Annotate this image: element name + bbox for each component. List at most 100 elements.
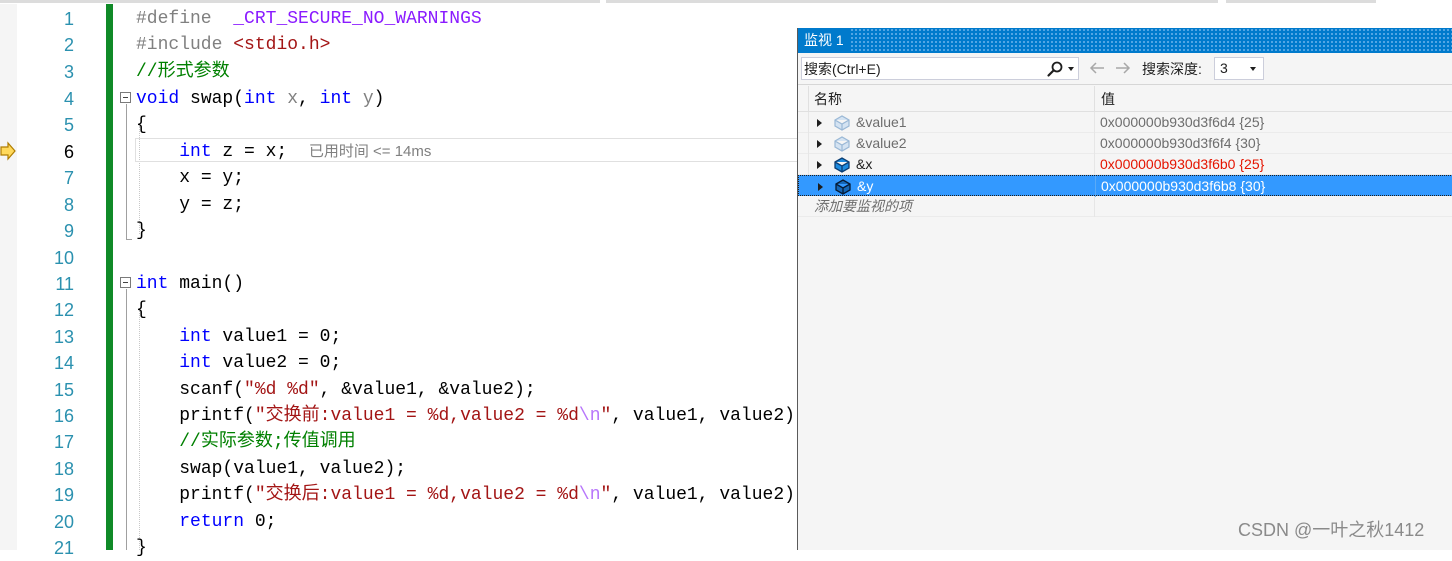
expand-arrow-icon[interactable] bbox=[817, 161, 822, 169]
string-literal: "交换后:value1 = %d,value2 = %d bbox=[254, 485, 579, 505]
code-line-16[interactable]: printf("交换前:value1 = %d,value2 = %d\n", … bbox=[136, 403, 795, 429]
column-resize-handle[interactable] bbox=[1094, 86, 1095, 112]
watch-row-value: 0x000000b930d3f6d4 {25} bbox=[1100, 114, 1265, 130]
code-line-21[interactable]: } bbox=[136, 535, 147, 561]
keyword: int bbox=[244, 89, 277, 109]
add-watch-placeholder: 添加要监视的项 bbox=[814, 198, 912, 214]
watch-row-name: &y bbox=[857, 178, 874, 194]
fold-toggle-swap[interactable] bbox=[120, 92, 131, 103]
code-line-2[interactable]: #include <stdio.h> bbox=[136, 32, 330, 58]
fold-region-line bbox=[126, 104, 127, 239]
code-line-1[interactable]: #define _CRT_SECURE_NO_WARNINGS bbox=[136, 6, 482, 32]
code-line-11[interactable]: int main() bbox=[136, 271, 244, 297]
line-number: 18 bbox=[53, 459, 74, 479]
statement: swap(value1, value2); bbox=[179, 459, 407, 479]
watch-window[interactable]: 监视 1 搜索深度: 3 名称 值 &value1 bbox=[797, 28, 1452, 550]
include-header: <stdio.h> bbox=[233, 35, 331, 55]
fold-region-end bbox=[126, 239, 132, 240]
code-line-9[interactable]: } bbox=[136, 218, 147, 244]
statement: y = z; bbox=[179, 195, 245, 215]
code-line-14[interactable]: int value2 = 0; bbox=[136, 350, 341, 376]
breakpoint-margin[interactable] bbox=[0, 4, 17, 550]
statement: value1 = 0; bbox=[211, 327, 342, 347]
watch-row-name: &value2 bbox=[856, 135, 907, 151]
line-number: 7 bbox=[63, 168, 74, 188]
top-tab-strip bbox=[0, 0, 1452, 4]
line-number: 17 bbox=[53, 432, 74, 452]
separator: , bbox=[298, 89, 320, 109]
string-literal: "交换前:value1 = %d,value2 = %d bbox=[254, 406, 579, 426]
statement: , &value1, &value2); bbox=[319, 380, 536, 400]
code-line-19[interactable]: printf("交换后:value1 = %d,value2 = %d\n", … bbox=[136, 482, 795, 508]
line-number-current: 6 bbox=[63, 142, 74, 162]
code-line-12[interactable]: { bbox=[136, 297, 147, 323]
fold-region-line bbox=[126, 289, 127, 550]
brace: } bbox=[136, 221, 147, 241]
code-line-6[interactable]: int z = x; 已用时间 <= 14ms bbox=[136, 139, 431, 165]
perf-tip-elapsed[interactable]: 已用时间 <= 14ms bbox=[309, 143, 432, 160]
code-line-8[interactable]: y = z; bbox=[136, 192, 244, 218]
escape-sequence: \n bbox=[578, 406, 601, 426]
search-previous-arrow-icon[interactable] bbox=[1089, 61, 1105, 75]
current-statement-arrow-icon bbox=[0, 141, 16, 161]
line-number: 16 bbox=[53, 406, 74, 426]
statement: , value1, value2) bbox=[611, 406, 795, 426]
watch-row[interactable]: &value1 0x000000b930d3f6d4 {25} bbox=[798, 112, 1452, 133]
code-line-15[interactable]: scanf("%d %d", &value1, &value2); bbox=[136, 377, 536, 403]
line-number: 15 bbox=[53, 380, 74, 400]
code-line-3[interactable]: //形式参数 bbox=[136, 59, 230, 85]
line-number: 1 bbox=[63, 9, 74, 29]
preprocessor-directive: #include bbox=[136, 35, 223, 55]
keyword: int bbox=[179, 353, 212, 373]
string-literal: " bbox=[600, 485, 612, 505]
line-number: 21 bbox=[53, 538, 74, 558]
expand-arrow-icon[interactable] bbox=[818, 183, 823, 191]
comment: //实际参数;传值调用 bbox=[179, 432, 356, 452]
expand-arrow-icon[interactable] bbox=[817, 140, 822, 148]
column-header-value[interactable]: 值 bbox=[1101, 86, 1115, 112]
expand-arrow-icon[interactable] bbox=[817, 119, 822, 127]
add-watch-item[interactable]: 添加要监视的项 bbox=[798, 196, 1452, 217]
comment: //形式参数 bbox=[136, 62, 230, 82]
code-line-4[interactable]: void swap(int x, int y) bbox=[136, 86, 384, 112]
keyword: return bbox=[179, 512, 245, 532]
search-depth-value: 3 bbox=[1220, 60, 1228, 76]
statement: 0; bbox=[244, 512, 277, 532]
watch-row-selected[interactable]: &y 0x000000b930d3f6b8 {30} bbox=[798, 175, 1452, 197]
code-line-18[interactable]: swap(value1, value2); bbox=[136, 456, 406, 482]
fold-toggle-main[interactable] bbox=[120, 277, 131, 288]
search-box[interactable] bbox=[801, 57, 1079, 80]
watch-title-bar[interactable]: 监视 1 bbox=[798, 28, 1452, 53]
watch-row[interactable]: &value2 0x000000b930d3f6f4 {30} bbox=[798, 133, 1452, 154]
search-icon[interactable] bbox=[1046, 60, 1064, 78]
line-number: 4 bbox=[63, 89, 74, 109]
code-line-13[interactable]: int value1 = 0; bbox=[136, 324, 341, 350]
code-line-7[interactable]: x = y; bbox=[136, 165, 244, 191]
code-line-5[interactable]: { bbox=[136, 112, 147, 138]
search-depth-label: 搜索深度: bbox=[1142, 61, 1202, 77]
search-input[interactable] bbox=[804, 59, 1034, 78]
watch-row[interactable]: &x 0x000000b930d3f6b0 {25} bbox=[798, 154, 1452, 175]
line-number: 10 bbox=[53, 248, 74, 268]
search-next-arrow-icon[interactable] bbox=[1115, 61, 1131, 75]
statement: x = y; bbox=[179, 168, 245, 188]
parameter: x bbox=[276, 89, 299, 109]
column-header-name[interactable]: 名称 bbox=[814, 86, 842, 112]
search-options-dropdown-icon[interactable] bbox=[1068, 67, 1074, 71]
keyword: int bbox=[136, 274, 169, 294]
chevron-down-icon bbox=[1250, 67, 1256, 71]
search-depth-select[interactable]: 3 bbox=[1214, 57, 1264, 80]
code-line-17[interactable]: //实际参数;传值调用 bbox=[136, 429, 356, 455]
code-line-20[interactable]: return 0; bbox=[136, 509, 276, 535]
watch-row-value: 0x000000b930d3f6f4 {30} bbox=[1100, 135, 1261, 151]
watch-row-name: &x bbox=[856, 156, 873, 172]
function-call: printf( bbox=[179, 406, 255, 426]
variable-cube-icon bbox=[835, 179, 851, 195]
line-number: 3 bbox=[63, 62, 74, 82]
variable-cube-icon bbox=[834, 115, 850, 131]
watch-title: 监视 1 bbox=[798, 28, 850, 53]
keyword: int bbox=[179, 327, 212, 347]
statement: value2 = 0; bbox=[211, 353, 342, 373]
function-call: scanf( bbox=[179, 380, 245, 400]
change-tracking-bar bbox=[106, 4, 113, 550]
